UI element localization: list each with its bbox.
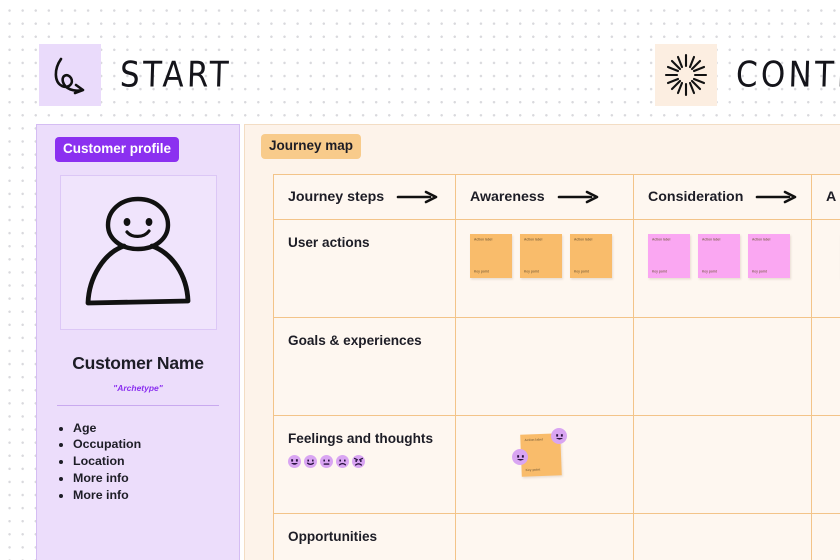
sticky-note-bottom-text: Key point [525, 467, 541, 473]
customer-profile-panel[interactable]: Customer profile Customer Name "Archetyp… [36, 124, 240, 560]
row-label-text: Opportunities [288, 529, 378, 544]
row-label-feelings-thoughts: Feelings and thoughts [274, 416, 456, 514]
mood-scale [288, 455, 441, 468]
cell-goals-consideration[interactable] [634, 318, 812, 416]
journey-map-badge: Journey map [261, 134, 362, 159]
sticky-note-bottom-text: Key point [702, 269, 717, 274]
column-header-consideration[interactable]: Consideration [634, 175, 812, 220]
header-item-start[interactable]: START [39, 44, 232, 106]
mood-happy-icon[interactable] [551, 428, 567, 444]
journey-map-table: Journey steps Awareness Consideration A … [273, 174, 840, 560]
cell-user-actions-fourth[interactable]: Action label Key point [812, 220, 840, 318]
cell-feelings-consideration[interactable] [634, 416, 812, 514]
column-header-awareness[interactable]: Awareness [456, 175, 634, 220]
customer-profile-badge: Customer profile [55, 137, 180, 162]
sticky-note-bottom-text: Key point [524, 269, 539, 274]
row-label-goals-experiences: Goals & experiences [274, 318, 456, 416]
column-header-fourth[interactable]: A [812, 175, 840, 220]
sticky-note-top-text: Action label [474, 238, 493, 242]
sticky-note-bottom-text: Key point [574, 269, 589, 274]
arrow-right-icon [756, 190, 797, 204]
table-row: Opportunities [274, 514, 840, 560]
table-row: Goals & experiences [274, 318, 840, 416]
sticky-note-top-text: Action label [524, 437, 543, 443]
sticky-note-top-text: Action label [752, 238, 771, 242]
person-avatar-icon [85, 196, 191, 306]
arrow-right-icon [557, 190, 598, 204]
column-header-label: A [826, 189, 837, 205]
sticky-note-top-text: Action label [574, 238, 593, 242]
sticky-note-top-text: Action label [652, 238, 671, 242]
header-title-continue: CONTI [735, 54, 840, 96]
table-header-row: Journey steps Awareness Consideration A [274, 175, 840, 220]
cell-feelings-awareness[interactable]: Action label Key point [456, 416, 634, 514]
feelings-sticky-cluster[interactable]: Action label Key point [512, 428, 572, 484]
sticky-note[interactable]: Action label Key point [570, 234, 612, 278]
mood-happy-icon [304, 455, 317, 468]
profile-attribute-list: Age Occupation Location More info More i… [53, 420, 223, 504]
row-label-text: User actions [288, 235, 370, 250]
sticky-note-bottom-text: Key point [752, 269, 767, 274]
sticky-note-bottom-text: Key point [652, 269, 667, 274]
column-header-label: Consideration [648, 189, 744, 205]
list-item: More info [73, 470, 223, 487]
profile-divider [57, 404, 219, 406]
sticky-note-bottom-text: Key point [474, 269, 489, 274]
mood-very-happy-icon [288, 455, 301, 468]
sticky-note[interactable]: Action label Key point [470, 234, 512, 278]
sticky-note[interactable]: Action label Key point [698, 234, 740, 278]
cell-opportunities-consideration[interactable] [634, 514, 812, 560]
cell-goals-fourth[interactable] [812, 318, 840, 416]
avatar [59, 174, 217, 330]
cell-feelings-fourth[interactable] [812, 416, 840, 514]
list-item: Age [73, 420, 223, 437]
cell-goals-awareness[interactable] [456, 318, 634, 416]
header-item-continue[interactable]: CONTI [655, 44, 840, 106]
cell-opportunities-fourth[interactable] [812, 514, 840, 560]
column-header-label: Journey steps [288, 189, 385, 205]
mood-sad-icon [336, 455, 349, 468]
column-header-label: Awareness [470, 189, 545, 205]
sticky-note-top-text: Action label [702, 238, 721, 242]
sticky-note[interactable]: Action label Key point [648, 234, 690, 278]
column-header-journey-steps[interactable]: Journey steps [274, 175, 456, 220]
customer-name: Customer Name [72, 352, 204, 373]
curly-arrow-icon [39, 44, 101, 106]
journey-map-panel[interactable]: Journey map Journey steps Awareness Cons… [244, 124, 840, 560]
mood-neutral-icon [320, 455, 333, 468]
row-label-opportunities: Opportunities [274, 514, 456, 560]
cell-user-actions-awareness[interactable]: Action label Key point Action label Key … [456, 220, 634, 318]
sticky-note[interactable]: Action label Key point [748, 234, 790, 278]
row-label-user-actions: User actions [274, 220, 456, 318]
sparkle-burst-icon [655, 44, 717, 106]
list-item: More info [73, 487, 223, 504]
list-item: Occupation [73, 436, 223, 453]
table-row: User actions Action label Key point Acti… [274, 220, 840, 318]
mood-very-happy-icon[interactable] [512, 449, 528, 465]
board-header: START CONTI [0, 0, 840, 118]
list-item: Location [73, 453, 223, 470]
sticky-note[interactable]: Action label Key point [520, 234, 562, 278]
arrow-right-icon [396, 190, 438, 204]
cell-user-actions-consideration[interactable]: Action label Key point Action label Key … [634, 220, 812, 318]
row-label-text: Goals & experiences [288, 333, 422, 348]
row-label-text: Feelings and thoughts [288, 431, 433, 446]
table-row: Feelings and thoughts Action label Key p… [274, 416, 840, 514]
customer-archetype: "Archetype" [113, 382, 163, 393]
cell-opportunities-awareness[interactable] [456, 514, 634, 560]
header-title-start: START [119, 54, 233, 96]
sticky-note-top-text: Action label [524, 238, 543, 242]
mood-angry-icon [352, 455, 365, 468]
